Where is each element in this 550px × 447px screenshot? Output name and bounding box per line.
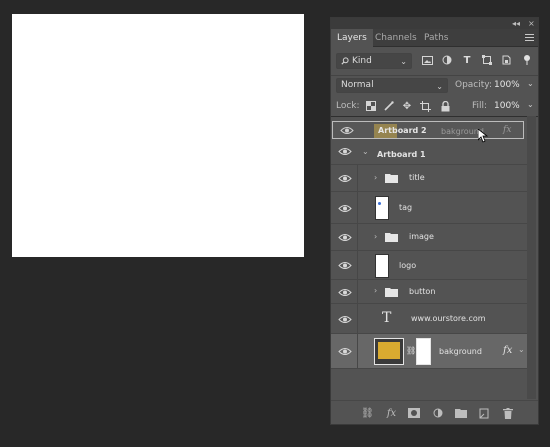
collapse-panel-icon[interactable]: ◂◂ bbox=[512, 18, 520, 29]
link-chain-icon[interactable]: ⛓ bbox=[406, 346, 416, 355]
panel-bottom-toolbar: ⛓ fx bbox=[331, 400, 538, 424]
adjustment-filter-icon[interactable] bbox=[440, 53, 454, 67]
dragged-layer-name: Artboard 2 bbox=[378, 126, 427, 135]
layers-scrollbar[interactable] bbox=[527, 116, 536, 399]
document-canvas[interactable] bbox=[12, 14, 304, 257]
lock-transparent-pixels-icon[interactable] bbox=[365, 100, 377, 112]
tab-channels[interactable]: Channels bbox=[369, 29, 423, 47]
layer-thumbnail bbox=[375, 254, 389, 278]
new-layer-icon[interactable] bbox=[477, 407, 490, 419]
layer-name: logo bbox=[399, 261, 417, 270]
layer-name: www.ourstore.com bbox=[411, 314, 486, 323]
layer-title[interactable]: › title bbox=[331, 165, 527, 192]
close-panel-icon[interactable]: × bbox=[528, 18, 535, 29]
layer-mask-thumbnail[interactable] bbox=[416, 338, 431, 365]
opacity-label: Opacity: bbox=[455, 80, 492, 90]
tab-paths[interactable]: Paths bbox=[418, 29, 454, 47]
layer-name: title bbox=[409, 173, 425, 182]
layer-tag[interactable]: tag bbox=[331, 192, 527, 224]
layer-text-url[interactable]: T www.ourstore.com bbox=[331, 304, 527, 334]
shape-filter-icon[interactable] bbox=[480, 53, 494, 67]
chevron-down-icon: ⌄ bbox=[436, 82, 443, 91]
filter-kind-select[interactable]: Kind ⌄ bbox=[336, 53, 412, 69]
layer-image[interactable]: › image bbox=[331, 224, 527, 251]
dragged-layer-artboard-2[interactable]: Artboard 2 bakground fx bbox=[332, 121, 524, 139]
blend-mode-select[interactable]: Normal ⌄ bbox=[336, 78, 448, 93]
delete-layer-icon[interactable] bbox=[501, 407, 514, 419]
new-adjustment-layer-icon[interactable] bbox=[431, 407, 444, 419]
chevron-right-icon[interactable]: › bbox=[374, 232, 377, 241]
layer-thumbnail bbox=[375, 196, 389, 220]
fx-effects-icon: fx bbox=[503, 125, 512, 135]
visibility-eye-icon[interactable] bbox=[338, 288, 352, 297]
tab-layers[interactable]: Layers bbox=[331, 29, 373, 47]
chevron-right-icon[interactable]: › bbox=[374, 173, 377, 182]
lock-position-icon[interactable]: ✥ bbox=[401, 100, 413, 112]
visibility-eye-icon[interactable] bbox=[338, 147, 352, 156]
layer-name: button bbox=[409, 287, 436, 296]
new-group-icon[interactable] bbox=[454, 407, 467, 419]
layer-name: image bbox=[409, 232, 434, 241]
panel-tabs: Layers Channels Paths bbox=[331, 29, 538, 47]
layers-list: ⌄ Artboard 1 › title tag › image logo › … bbox=[331, 116, 538, 399]
fill-value[interactable]: 100% bbox=[494, 101, 520, 111]
folder-icon bbox=[385, 233, 398, 242]
lock-all-icon[interactable] bbox=[439, 100, 451, 112]
link-layers-icon[interactable]: ⛓ bbox=[361, 407, 374, 419]
type-layer-icon: T bbox=[382, 310, 392, 326]
layer-logo[interactable]: logo bbox=[331, 251, 527, 280]
layers-panel: ◂◂ × Layers Channels Paths Kind ⌄ T Norm… bbox=[330, 17, 539, 425]
blend-mode-row: Normal ⌄ Opacity: 100% ⌄ bbox=[331, 75, 538, 95]
lock-row: Lock: ✥ Fill: 100% ⌄ bbox=[331, 97, 538, 116]
panel-menu-icon[interactable] bbox=[525, 34, 534, 42]
panel-title-bar: ◂◂ × bbox=[331, 18, 538, 29]
layer-name: Artboard 1 bbox=[377, 150, 426, 159]
opacity-chevron-icon[interactable]: ⌄ bbox=[527, 79, 534, 88]
add-layer-style-icon[interactable]: fx bbox=[385, 407, 398, 419]
chevron-down-icon[interactable]: ⌄ bbox=[518, 345, 525, 354]
add-mask-icon[interactable] bbox=[407, 407, 420, 419]
lock-image-pixels-icon[interactable] bbox=[383, 100, 395, 112]
folder-icon bbox=[385, 288, 398, 297]
visibility-eye-icon[interactable] bbox=[338, 204, 352, 213]
visibility-eye-icon[interactable] bbox=[338, 261, 352, 270]
layer-filter-row: Kind ⌄ T bbox=[331, 51, 538, 73]
lock-label: Lock: bbox=[336, 101, 360, 111]
blend-mode-value: Normal bbox=[341, 80, 374, 90]
fill-chevron-icon[interactable]: ⌄ bbox=[527, 100, 534, 109]
filter-toggle-icon[interactable] bbox=[520, 53, 534, 67]
fill-label: Fill: bbox=[472, 101, 488, 111]
layer-bakground[interactable]: ⛓ bakground fx ⌄ bbox=[331, 334, 527, 369]
lock-artboard-icon[interactable] bbox=[419, 100, 431, 112]
layer-thumbnail bbox=[374, 338, 404, 365]
layer-name: tag bbox=[399, 203, 413, 212]
type-filter-icon[interactable]: T bbox=[460, 53, 474, 67]
visibility-eye-icon[interactable] bbox=[338, 174, 352, 183]
visibility-eye-icon[interactable] bbox=[338, 347, 352, 356]
search-icon bbox=[341, 57, 349, 65]
chevron-right-icon[interactable]: › bbox=[374, 286, 377, 295]
visibility-eye-icon[interactable] bbox=[338, 315, 352, 324]
layer-name: bakground bbox=[439, 347, 482, 356]
chevron-down-icon[interactable]: ⌄ bbox=[362, 147, 369, 156]
visibility-eye-icon[interactable] bbox=[338, 233, 352, 242]
fx-effects-icon[interactable]: fx bbox=[503, 345, 512, 356]
image-filter-icon[interactable] bbox=[420, 53, 434, 67]
folder-icon bbox=[385, 174, 398, 183]
smart-object-filter-icon[interactable] bbox=[499, 53, 513, 67]
visibility-eye-icon bbox=[340, 127, 354, 134]
opacity-value[interactable]: 100% bbox=[494, 80, 520, 90]
filter-kind-label: Kind bbox=[352, 56, 372, 66]
layer-button[interactable]: › button bbox=[331, 280, 527, 304]
mouse-cursor-icon bbox=[478, 129, 488, 143]
color-swatch bbox=[378, 342, 400, 359]
chevron-down-icon: ⌄ bbox=[400, 57, 407, 66]
